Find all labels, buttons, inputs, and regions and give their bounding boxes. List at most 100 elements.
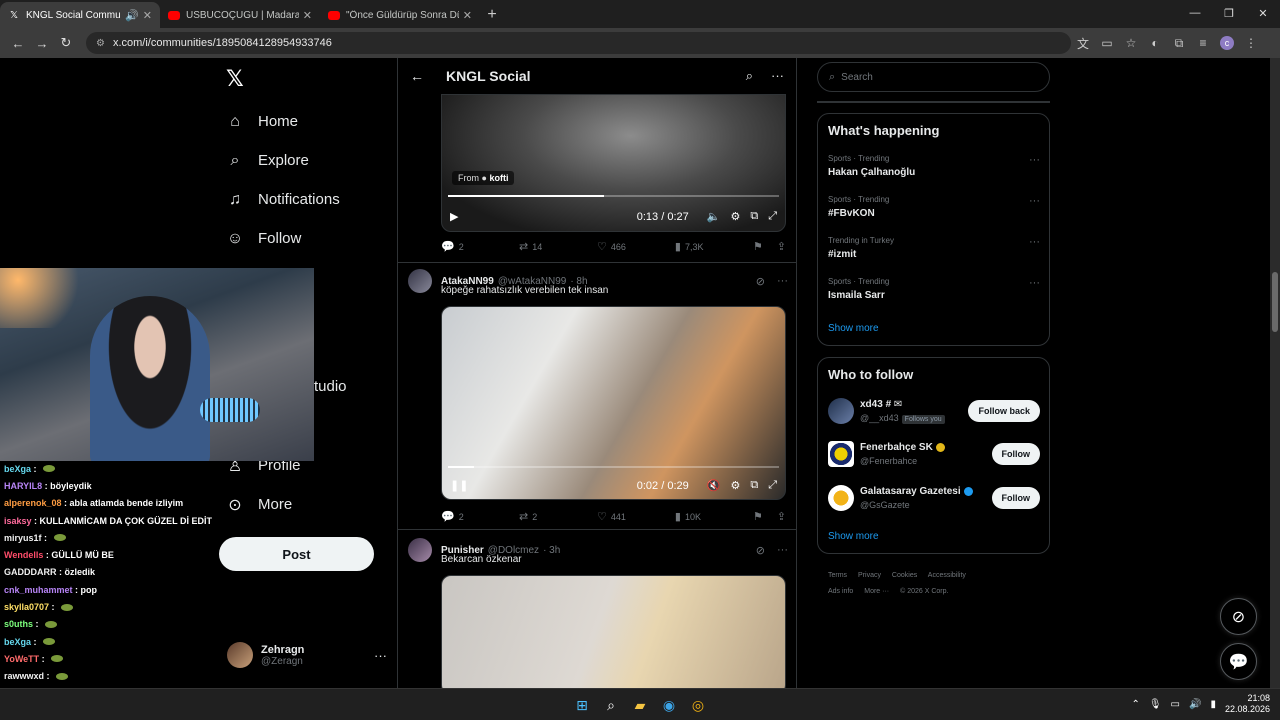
close-icon[interactable]: ✕ [463,9,472,22]
video-progress-bar[interactable] [448,195,779,197]
back-icon[interactable]: ← [6,31,30,55]
translate-icon[interactable]: 文 [1071,31,1095,55]
settings-gear-icon[interactable]: ⚙ [730,479,740,492]
close-window-icon[interactable]: ✕ [1246,0,1280,26]
volume-icon[interactable]: 🔈 [707,210,721,223]
pip-icon[interactable]: ⧉ [750,479,758,492]
search-icon[interactable]: ⌕ [746,68,753,84]
address-bar[interactable]: ⚙ x.com/i/communities/189508412895493374… [86,32,1071,54]
forward-icon[interactable]: → [30,31,54,55]
fullscreen-icon[interactable]: ⤢ [768,479,777,492]
footer-link[interactable]: Privacy [858,572,881,579]
battery-icon[interactable]: ▮ [1210,699,1216,710]
settings-gear-icon[interactable]: ⚙ [730,210,740,223]
grok-icon[interactable]: ⊘ [756,275,765,288]
share-icon[interactable]: ⇪ [777,240,786,253]
more-dots-icon[interactable]: ··· [1029,195,1040,207]
sidebar-item-explore[interactable]: ⌕ Explore [226,141,340,180]
footer-link[interactable]: Accessibility [928,572,966,579]
grok-icon[interactable]: ⊘ [1220,598,1257,635]
grok-icon[interactable]: ⊘ [756,544,765,557]
page-scrollbar[interactable] [1270,58,1280,688]
show-more-link[interactable]: Show more [828,323,879,334]
volume-icon[interactable]: 🔊 [1189,699,1201,710]
show-more-link[interactable]: Show more [828,531,879,542]
reply-button[interactable]: 💬 2 [441,240,519,253]
like-button[interactable]: ♡ 441 [597,510,675,523]
sidebar-item-studio-partial[interactable]: tudio [314,378,347,395]
search-input[interactable]: ⌕ Search [817,62,1050,92]
windows-start-icon[interactable]: ⊞ [571,694,593,716]
bookmark-star-icon[interactable]: ☆ [1119,31,1143,55]
video-player[interactable]: From ● kofti ▶ 0:13 / 0:27 🔈 ⚙ ⧉ ⤢ [441,94,786,232]
footer-link[interactable]: More ··· [864,588,889,595]
fullscreen-icon[interactable]: ⤢ [768,210,777,223]
follow-suggestion[interactable]: Galatasaray Gazetesi @GsGazete Follow [828,485,1040,511]
puzzle-icon[interactable]: ⧉ [1167,31,1191,55]
views-button[interactable]: ▮ 10K [675,510,753,523]
from-attribution[interactable]: From ● kofti [452,171,515,185]
cast-icon[interactable]: ▭ [1095,31,1119,55]
edge-icon[interactable]: ◉ [658,694,680,716]
reload-icon[interactable]: ↻ [54,31,78,55]
avatar[interactable] [408,269,432,293]
trend-item[interactable]: Trending in Turkey #izmit ··· [828,236,1040,260]
media-icon[interactable]: ≡ [1191,31,1215,55]
footer-link[interactable]: Cookies [892,572,917,579]
scrollbar-thumb[interactable] [1272,272,1278,332]
reply-button[interactable]: 💬 2 [441,510,519,523]
messages-icon[interactable]: 💬 [1220,643,1257,680]
microphone-icon[interactable]: 🎙 [1149,699,1162,710]
more-dots-icon[interactable]: ··· [777,275,788,288]
back-arrow-icon[interactable]: ← [410,68,424,84]
tab-youtube-2[interactable]: "Önce Güldürüp Sonra Düşünd ✕ [320,2,480,28]
repost-button[interactable]: ⇄ 2 [519,510,597,523]
avatar[interactable] [408,538,432,562]
trend-item[interactable]: Sports · Trending Hakan Çalhanoğlu ··· [828,154,1040,178]
x-logo-icon[interactable]: 𝕏 [226,66,244,92]
mute-icon[interactable]: 🔇 [707,479,721,492]
more-dots-icon[interactable]: ··· [1029,236,1040,248]
trend-item[interactable]: Sports · Trending #FBvKON ··· [828,195,1040,219]
restore-icon[interactable]: ❐ [1212,0,1246,26]
tweet-image[interactable] [441,575,786,688]
clock[interactable]: 21:08 22.08.2026 [1225,693,1270,715]
post-button[interactable]: Post [219,537,374,571]
new-tab-button[interactable]: + [480,2,504,28]
bookmark-icon[interactable]: ⚑ [753,510,763,523]
video-progress-bar[interactable] [448,466,779,468]
footer-link[interactable]: Ads info [828,588,853,595]
follow-button[interactable]: Follow [991,443,1040,465]
menu-icon[interactable]: ⋮ [1239,31,1263,55]
video-player[interactable]: ❚❚ 0:02 / 0:29 🔇 ⚙ ⧉ ⤢ [441,306,786,500]
repost-button[interactable]: ⇄ 14 [519,240,597,253]
more-dots-icon[interactable]: ··· [771,68,784,84]
more-dots-icon[interactable]: ··· [777,544,788,557]
pause-icon[interactable]: ❚❚ [450,479,468,492]
speaker-icon[interactable]: 🔊 [125,9,139,22]
sidebar-item-more[interactable]: ⊙ More [226,485,292,524]
tab-kngl-social[interactable]: 𝕏 KNGL Social Community / X 🔊 ✕ [0,2,160,28]
follow-suggestion[interactable]: xd43 # ✉ @__xd43 Follows you Follow back [828,398,1040,424]
pip-icon[interactable]: ⧉ [750,210,758,223]
share-icon[interactable]: ⇪ [777,510,786,523]
account-switcher[interactable]: Zehragn @Zeragn ··· [227,642,387,668]
sidebar-item-follow[interactable]: ☺ Follow [226,219,340,258]
follow-suggestion[interactable]: Fenerbahçe SK @Fenerbahce Follow [828,441,1040,467]
like-button[interactable]: ♡ 466 [597,240,675,253]
close-icon[interactable]: ✕ [143,9,152,22]
follow-button[interactable]: Follow [991,487,1040,509]
views-button[interactable]: ▮ 7,3K [675,240,753,253]
tab-youtube-1[interactable]: USBUCOÇUGU | Madara Olduk ✕ [160,2,320,28]
trend-item[interactable]: Sports · Trending Ismaila Sarr ··· [828,277,1040,301]
footer-link[interactable]: Terms [828,572,847,579]
chevron-up-icon[interactable]: ⌃ [1131,699,1139,710]
minimize-icon[interactable]: — [1178,0,1212,26]
site-info-icon[interactable]: ⚙ [96,38,105,49]
more-dots-icon[interactable]: ··· [1029,154,1040,166]
profile-avatar-icon[interactable]: c [1220,36,1234,50]
more-dots-icon[interactable]: ··· [1029,277,1040,289]
bookmark-icon[interactable]: ⚑ [753,240,763,253]
extension-icon[interactable]: ◐ [1143,31,1167,55]
chrome-icon[interactable]: ◎ [687,694,709,716]
